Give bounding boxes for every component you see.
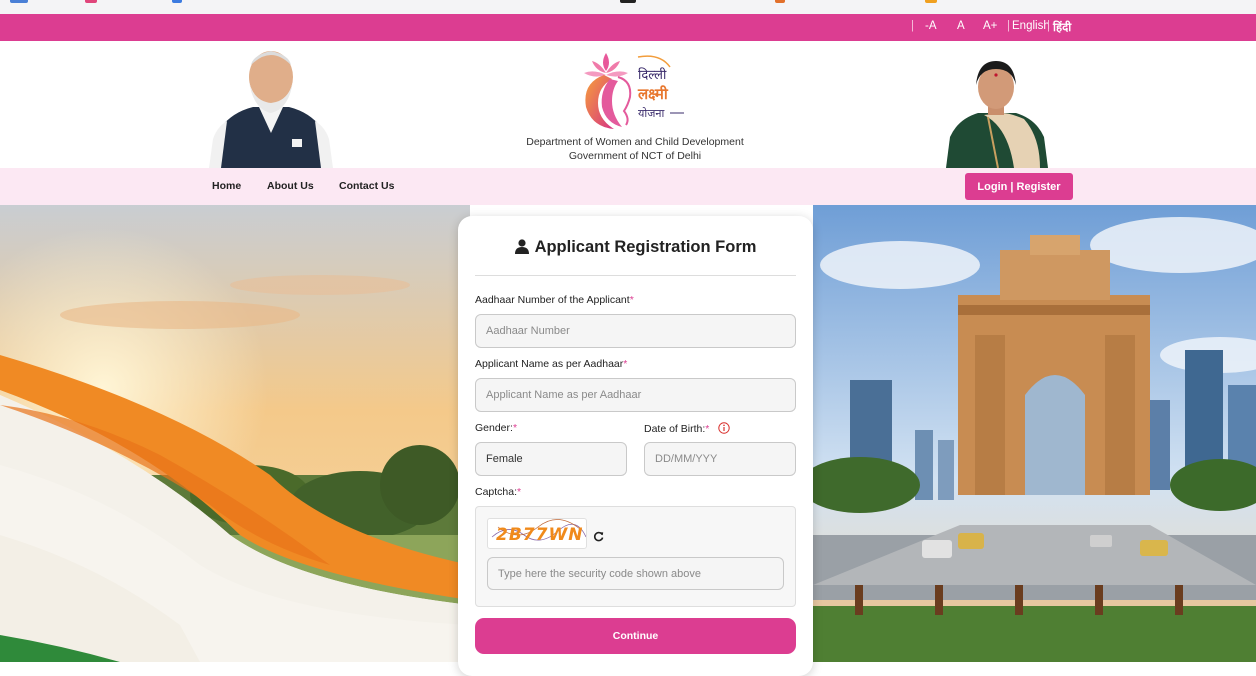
font-normal-button[interactable]: A [957,20,965,32]
delhi-lakshmi-yojana-logo: दिल्ली लक्ष्मी योजना [578,49,698,135]
right-portrait-image [944,57,1050,168]
nav-about-us-link[interactable]: About Us [267,180,314,192]
logo-text-delhi: दिल्ली [638,67,667,83]
date-of-birth-label: Date of Birth:* [644,422,730,437]
captcha-label: Captcha:* [475,486,522,498]
aadhaar-label: Aadhaar Number of the Applicant* [475,294,634,306]
separator: | [1007,20,1010,32]
gender-label: Gender:* [475,422,518,434]
applicant-name-input[interactable] [475,378,796,412]
logo-text-yojana: योजना [638,107,664,120]
browser-bookmarks-strip [0,0,1256,14]
site-header: दिल्ली लक्ष्मी योजना Department of Women… [0,41,1256,168]
continue-button[interactable]: Continue [475,618,796,654]
title-divider [475,275,796,276]
gender-field[interactable] [475,442,627,476]
language-hindi-link[interactable]: हिंदी [1053,20,1071,35]
refresh-icon[interactable] [593,529,604,547]
captcha-code-text: 2B77WN [496,525,584,545]
captcha-input[interactable] [487,557,784,590]
nav-home-link[interactable]: Home [212,180,241,192]
registration-form-card: Applicant Registration Form Aadhaar Numb… [458,216,813,676]
font-increase-button[interactable]: A+ [983,20,997,32]
department-caption: Department of Women and Child Developmen… [500,135,770,163]
form-title: Applicant Registration Form [458,238,813,259]
info-circle-icon[interactable] [718,422,730,437]
left-portrait-image [209,47,333,168]
nav-contact-us-link[interactable]: Contact Us [339,180,394,192]
date-of-birth-input[interactable] [644,442,796,476]
captcha-container: 2B77WN [475,506,796,607]
government-name: Government of NCT of Delhi [568,150,702,162]
department-name: Department of Women and Child Developmen… [526,136,744,148]
main-navigation: Home About Us Contact Us Login | Registe… [0,168,1256,205]
login-register-button[interactable]: Login | Register [965,173,1073,200]
separator: | [911,20,914,32]
logo-text-lakshmi: लक्ष्मी [637,85,669,103]
captcha-image: 2B77WN [487,518,587,549]
aadhaar-number-input[interactable] [475,314,796,348]
language-english-link[interactable]: English [1012,20,1050,32]
form-title-text: Applicant Registration Form [534,238,757,256]
separator: | [1047,20,1050,32]
top-utility-bar: | -A A A+ | English | हिंदी [0,14,1256,41]
font-decrease-button[interactable]: -A [925,20,937,32]
user-icon [514,239,529,259]
applicant-name-label: Applicant Name as per Aadhaar* [475,358,628,370]
